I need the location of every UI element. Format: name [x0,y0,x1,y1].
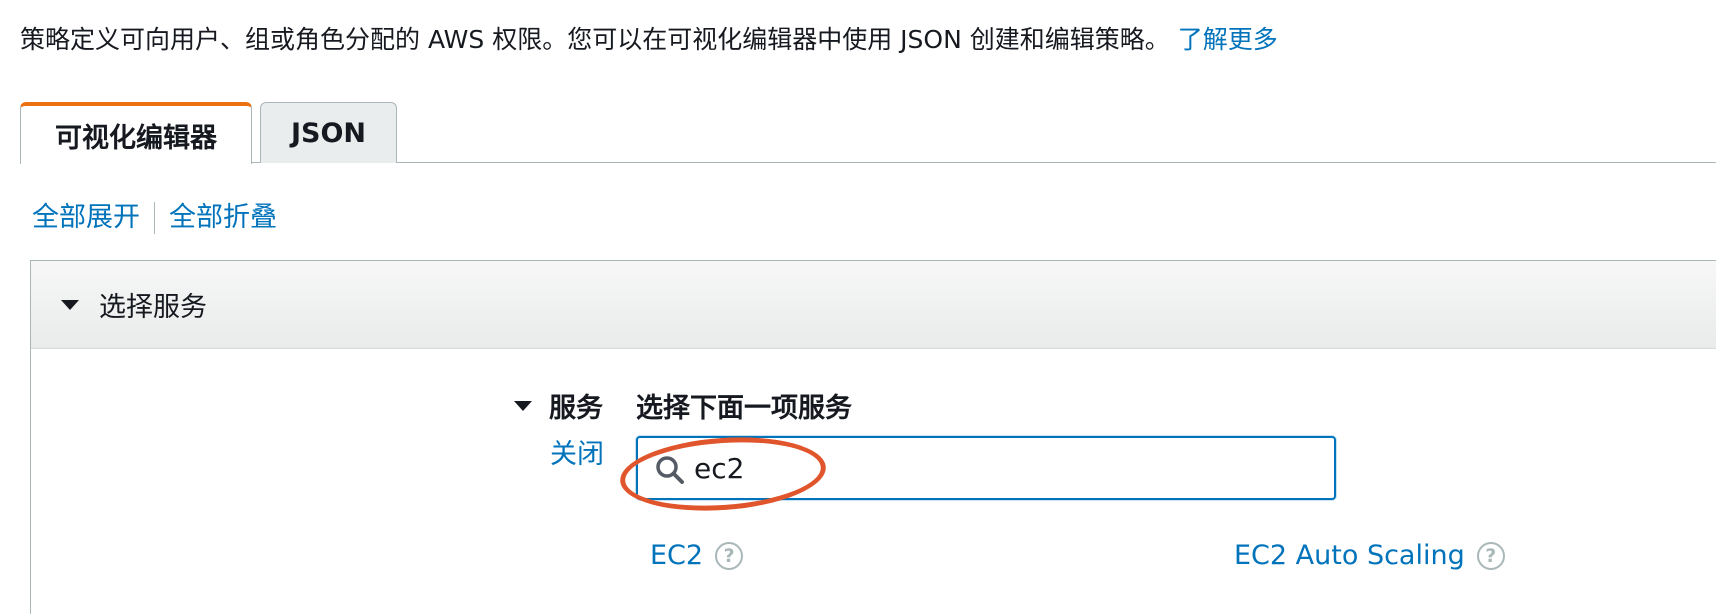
expand-collapse-controls: 全部展开 全部折叠 [32,198,277,238]
result-label[interactable]: EC2 Auto Scaling [1234,540,1465,571]
service-search-input[interactable] [694,446,1314,490]
caret-down-icon [61,299,79,310]
divider [154,202,155,234]
result-ec2-auto-scaling[interactable]: EC2 Auto Scaling ? [1234,540,1505,571]
search-icon [656,456,684,484]
learn-more-link[interactable]: 了解更多 [1178,25,1278,54]
close-link[interactable]: 关闭 [550,432,604,471]
panel-title: 选择服务 [99,292,207,323]
collapse-all-link[interactable]: 全部折叠 [169,198,277,238]
service-label: 服务 [549,393,603,424]
tab-visual-editor[interactable]: 可视化编辑器 [20,102,252,164]
service-search-box[interactable] [636,436,1336,500]
help-icon[interactable]: ? [715,541,744,570]
result-ec2[interactable]: EC2 ? [650,540,744,571]
intro-description: 策略定义可向用户、组或角色分配的 AWS 权限。您可以在可视化编辑器中使用 JS… [20,25,1170,54]
result-label[interactable]: EC2 [650,540,703,571]
intro-text: 策略定义可向用户、组或角色分配的 AWS 权限。您可以在可视化编辑器中使用 JS… [20,22,1278,58]
policy-editor-page: 策略定义可向用户、组或角色分配的 AWS 权限。您可以在可视化编辑器中使用 JS… [0,0,1716,614]
select-service-prompt: 选择下面一项服务 [636,393,852,424]
expand-all-link[interactable]: 全部展开 [32,198,140,238]
caret-down-icon[interactable] [514,401,532,411]
help-icon[interactable]: ? [1476,541,1505,570]
panel-header[interactable]: 选择服务 [31,261,1716,349]
tab-json[interactable]: JSON [260,102,397,163]
